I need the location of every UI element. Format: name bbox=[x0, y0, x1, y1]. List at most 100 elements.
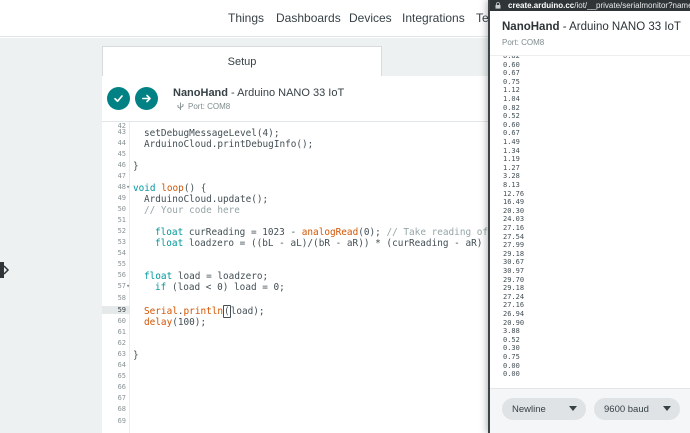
function-analogread: analogRead bbox=[301, 227, 359, 238]
line-number: 58 bbox=[117, 294, 126, 302]
code-line-44: ArduinoCloud.printDebugInfo(); bbox=[144, 139, 314, 150]
serial-line: 0.75 bbox=[503, 353, 520, 361]
board-selector[interactable]: NanoHand - Arduino NANO 33 IoT bbox=[173, 87, 344, 99]
serial-title: NanoHand - Arduino NANO 33 IoT bbox=[502, 21, 681, 33]
nav-integrations[interactable]: Integrations bbox=[402, 11, 465, 25]
serial-line: 0.52 bbox=[503, 335, 520, 344]
serial-monitor-window: create.arduino.cc/iot/__private/serialmo… bbox=[488, 0, 690, 433]
function-println: println bbox=[183, 306, 224, 317]
type-float: float bbox=[155, 238, 184, 249]
bracket-match-open: ( bbox=[223, 305, 231, 318]
keyword-if: if bbox=[155, 282, 167, 293]
serial-line: 1.19 bbox=[503, 155, 520, 164]
tab-setup[interactable]: Setup bbox=[102, 46, 382, 76]
browser-url-bar[interactable]: create.arduino.cc/iot/__private/serialmo… bbox=[490, 0, 690, 11]
line-ending-select[interactable]: Newline bbox=[502, 398, 586, 420]
line-number: 48 bbox=[117, 183, 126, 191]
serial-line: 1.12 bbox=[503, 86, 520, 95]
serial-line: 0.82 bbox=[503, 103, 520, 112]
serial-line: 29.70 bbox=[503, 275, 525, 284]
device-name: NanoHand bbox=[173, 87, 228, 99]
code-text: (100); bbox=[172, 317, 207, 328]
left-panel bbox=[0, 38, 102, 433]
baud-rate-select[interactable]: 9600 baud bbox=[594, 398, 680, 420]
line-number: 66 bbox=[117, 383, 126, 391]
serial-line: 0.82 bbox=[503, 55, 520, 60]
line-number: 55 bbox=[117, 260, 126, 268]
url-text: create.arduino.cc/iot/__private/serialmo… bbox=[508, 0, 690, 11]
line-number: 49 bbox=[117, 194, 126, 202]
serial-line: 26.94 bbox=[503, 310, 525, 318]
line-number: 63 bbox=[117, 350, 126, 358]
code-line-49: ArduinoCloud.update(); bbox=[144, 194, 269, 205]
serial-port: Port: COM8 bbox=[502, 38, 545, 47]
serial-line: 8.13 bbox=[503, 181, 520, 189]
verify-button[interactable] bbox=[107, 87, 130, 110]
line-number: 43 bbox=[117, 128, 126, 136]
bracket-match-close: ); bbox=[253, 306, 265, 317]
code-editor[interactable]: setDebugMessageLevel(4); ArduinoCloud.pr… bbox=[130, 122, 500, 433]
serial-output[interactable]: 0.82 0.60 0.67 0.75 1.12 1.04 0.82 0.52 0.60 0.67… bbox=[490, 55, 690, 387]
serial-title-separator: - bbox=[559, 21, 570, 33]
nav-things[interactable]: Things bbox=[228, 11, 264, 25]
serial-line: 0.30 bbox=[503, 344, 520, 353]
line-number-gutter: 42 43 44 45 46 47 48 49 50 51 52 53 54 55 56 57 58 59 60 61… bbox=[102, 122, 130, 433]
code-comment: // Take reading of analo bbox=[386, 227, 500, 238]
nav-devices[interactable]: Devices bbox=[349, 11, 392, 25]
line-number: 57 bbox=[117, 282, 126, 290]
code-text: (load < 0) load = 0; bbox=[166, 282, 285, 293]
line-number: 62 bbox=[117, 339, 126, 347]
code-line-48: void loop() { bbox=[133, 183, 206, 194]
upload-button[interactable] bbox=[135, 87, 158, 110]
code-text: () { bbox=[183, 183, 207, 194]
serial-line: 24.03 bbox=[503, 215, 525, 224]
code-line-59: Serial.println(load); bbox=[144, 305, 265, 318]
serial-line: 0.60 bbox=[503, 60, 520, 69]
serial-line: 27.24 bbox=[503, 292, 525, 301]
code-line-50: // Your code here bbox=[144, 205, 240, 216]
arrow-right-icon bbox=[142, 94, 151, 103]
board-separator: - bbox=[228, 87, 238, 99]
serial-line: 27.54 bbox=[503, 232, 525, 241]
line-number: 46 bbox=[117, 161, 126, 169]
serial-line: 0.00 bbox=[503, 370, 520, 379]
code-line-60: delay(100); bbox=[144, 317, 206, 328]
serial-line: 0.67 bbox=[503, 129, 520, 138]
code-text: load = loadzero; bbox=[172, 271, 269, 282]
function-delay: delay bbox=[144, 317, 173, 328]
serial-line: 12.76 bbox=[503, 189, 525, 198]
serial-line: 29.18 bbox=[503, 284, 525, 293]
line-number: 51 bbox=[117, 216, 126, 224]
code-line-52: float curReading = 1023 - analogRead(0);… bbox=[155, 227, 500, 238]
lock-icon bbox=[495, 2, 501, 9]
serial-line: 1.49 bbox=[503, 138, 520, 146]
nav-templates[interactable]: Te bbox=[476, 11, 489, 25]
baud-rate-value: 9600 baud bbox=[604, 403, 649, 415]
serial-line: 3.88 bbox=[503, 327, 520, 336]
line-number: 59 bbox=[102, 306, 130, 314]
serial-line: 0.75 bbox=[503, 77, 520, 86]
code-line-63: } bbox=[133, 350, 139, 361]
check-icon bbox=[114, 95, 123, 103]
caret-down-icon bbox=[663, 406, 671, 411]
board-model: Arduino NANO 33 IoT bbox=[237, 87, 345, 99]
line-number: 69 bbox=[117, 417, 126, 425]
line-number: 52 bbox=[117, 227, 126, 235]
serial-line: 29.18 bbox=[503, 249, 525, 258]
line-number: 53 bbox=[117, 238, 126, 246]
line-number: 61 bbox=[117, 328, 126, 336]
serial-line: 0.67 bbox=[503, 69, 520, 78]
serial-line: 30.97 bbox=[503, 267, 525, 275]
line-number: 67 bbox=[117, 394, 126, 402]
board-port-label: Port: COM8 bbox=[188, 102, 231, 111]
serial-line: 0.60 bbox=[503, 120, 520, 129]
line-ending-value: Newline bbox=[512, 403, 546, 415]
serial-line: 0.00 bbox=[503, 361, 520, 370]
function-serial: Serial bbox=[144, 306, 178, 317]
type-float: float bbox=[155, 227, 184, 238]
line-number: 56 bbox=[117, 271, 126, 279]
nav-dashboards[interactable]: Dashboards bbox=[276, 11, 341, 25]
serial-line: 30.67 bbox=[503, 258, 525, 267]
line-number: 45 bbox=[117, 150, 126, 158]
line-number: 50 bbox=[117, 205, 126, 213]
